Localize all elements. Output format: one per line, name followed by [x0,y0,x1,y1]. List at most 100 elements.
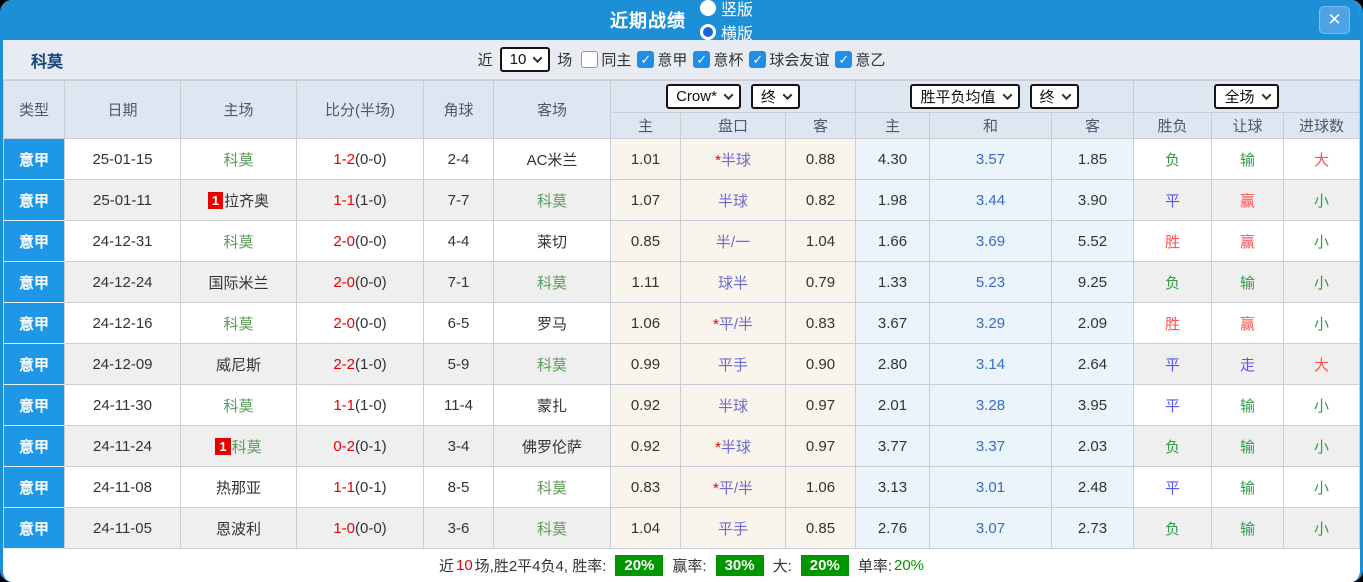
avg-draw-cell: 5.23 [929,261,1052,303]
results-table: 类型 日期 主场 比分(半场) 角球 客场 Crow* 终 胜平负均值 终 全场… [3,80,1360,549]
score-cell: 2-2(1-0) [296,343,424,385]
odds-handicap-cell: 平手 [680,507,786,549]
odds-stage-select-value: 终 [760,88,776,106]
avg-type-select[interactable]: 胜平负均值 [910,84,1020,109]
goals-result-cell: 小 [1283,507,1360,549]
fulltime-group-header: 全场 [1133,80,1360,113]
table-row: 意甲 24-12-16 科莫 2-0(0-0) 6-5 罗马 1.06 *平/半… [3,302,1360,344]
odds-stage-select[interactable]: 终 [750,84,800,109]
table-row: 意甲 24-12-09 威尼斯 2-2(1-0) 5-9 科莫 0.99 平手 … [3,343,1360,385]
home-team-cell: 国际米兰 [180,261,297,303]
odds-away-cell: 1.04 [785,220,856,262]
filter-checkbox-item[interactable]: ✓ 意乙 [835,49,885,70]
fulltime-score: 1-1 [333,396,355,414]
filter-checkbox-item[interactable]: ✓ 球会友谊 [749,49,829,70]
table-row: 意甲 24-11-24 1 科莫 0-2(0-1) 3-4 佛罗伦萨 0.92 *… [3,425,1360,467]
filter-checkbox-item[interactable]: ✓ 意杯 [693,49,743,70]
table-row: 意甲 24-11-30 科莫 1-1(1-0) 11-4 蒙扎 0.92 半球 … [3,384,1360,426]
goals-result-cell: 小 [1283,466,1360,508]
halftime-score: (0-0) [355,519,387,537]
outcome-cell: 平 [1133,343,1212,385]
league-cell: 意甲 [3,179,65,221]
outcome-cell: 负 [1133,261,1212,303]
period-select[interactable]: 全场 [1214,84,1279,109]
col-header-away: 客场 [493,80,611,139]
chevron-down-icon [1002,89,1012,100]
summary-count: 10 [455,557,473,574]
checkbox-icon: ✓ [637,51,655,68]
score-cell: 1-2(0-0) [296,138,424,180]
odds-away-cell: 0.85 [785,507,856,549]
outcome-cell: 负 [1133,507,1212,549]
recent-count-select[interactable]: 10 [499,47,551,72]
date-cell: 24-12-24 [64,261,181,303]
team-name: 科莫 [31,53,64,71]
avg-draw-cell: 3.14 [929,343,1052,385]
league-checkbox-group: 同主 ✓ 意甲 ✓ 意杯 ✓ 球会友谊 ✓ 意乙 [579,49,885,70]
layout-radio-group: 竖版 横版 [692,0,753,44]
avg-draw-cell: 3.07 [929,507,1052,549]
team-label: 科莫 [536,479,567,497]
bookmaker-select[interactable]: Crow* [666,84,741,109]
away-team-cell: 科莫 [493,343,611,385]
home-team-cell: 恩波利 [180,507,297,549]
avg-draw-cell: 3.29 [929,302,1052,344]
win-rate-badge: 20% [615,555,664,576]
halftime-score: (1-0) [355,396,387,414]
odds-group-header: Crow* 终 [610,80,856,113]
avg-win-cell: 3.13 [855,466,930,508]
team-label: 蒙扎 [536,397,567,415]
date-cell: 24-11-30 [64,384,181,426]
avg-lose-cell: 1.85 [1051,138,1134,180]
odds-away-cell: 0.82 [785,179,856,221]
avg-lose-cell: 5.52 [1051,220,1134,262]
fulltime-score: 2-0 [333,314,355,332]
table-row: 意甲 24-12-24 国际米兰 2-0(0-0) 7-1 科莫 1.11 球半… [3,261,1360,303]
score-cell: 1-1(1-0) [296,179,424,221]
odds-home-cell: 0.92 [610,425,681,467]
avg-lose-cell: 2.73 [1051,507,1134,549]
date-cell: 24-11-24 [64,425,181,467]
avg-stage-select-value: 终 [1039,88,1055,106]
date-cell: 24-12-31 [64,220,181,262]
handicap-result-cell: 输 [1211,138,1284,180]
chevron-down-icon [1061,89,1071,100]
handicap-text: 球半 [717,274,748,292]
date-cell: 25-01-15 [64,138,181,180]
corner-cell: 3-4 [423,425,494,467]
odds-home-cell: 1.07 [610,179,681,221]
outcome-cell: 胜 [1133,220,1212,262]
team-label: 科莫 [223,315,254,333]
table-row: 意甲 25-01-15 科莫 1-2(0-0) 2-4 AC米兰 1.01 *半… [3,138,1360,180]
corner-cell: 7-1 [423,261,494,303]
fulltime-score: 2-2 [333,355,355,373]
avg-draw-cell: 3.01 [929,466,1052,508]
handicap-result-cell: 赢 [1211,302,1284,344]
fulltime-score: 1-0 [333,519,355,537]
outcome-cell: 平 [1133,179,1212,221]
big-label: 大: [772,558,792,575]
odds-handicap-cell: *半球 [680,425,786,467]
away-team-cell: 罗马 [493,302,611,344]
handicap-text: 平手 [717,356,748,374]
score-cell: 0-2(0-1) [296,425,424,467]
team-label: 科莫 [536,274,567,292]
away-team-cell: 蒙扎 [493,384,611,426]
big-rate-badge: 20% [800,555,849,576]
avg-draw-cell: 3.57 [929,138,1052,180]
close-button[interactable]: ✕ [1319,6,1350,34]
layout-radio-vertical[interactable]: 竖版 [699,0,753,20]
filter-checkbox-item[interactable]: ✓ 意甲 [637,49,687,70]
avg-win-cell: 2.01 [855,384,930,426]
score-cell: 1-1(1-0) [296,384,424,426]
odds-home-cell: 0.92 [610,384,681,426]
avg-stage-select[interactable]: 终 [1029,84,1079,109]
away-team-cell: 莱切 [493,220,611,262]
halftime-score: (0-0) [355,150,387,168]
corner-cell: 8-5 [423,466,494,508]
recent-count-value: 10 [509,50,527,68]
filter-checkbox-item[interactable]: 同主 [581,49,631,70]
away-team-cell: 科莫 [493,507,611,549]
league-cell: 意甲 [3,302,65,344]
team-label: 拉齐奥 [224,192,270,210]
